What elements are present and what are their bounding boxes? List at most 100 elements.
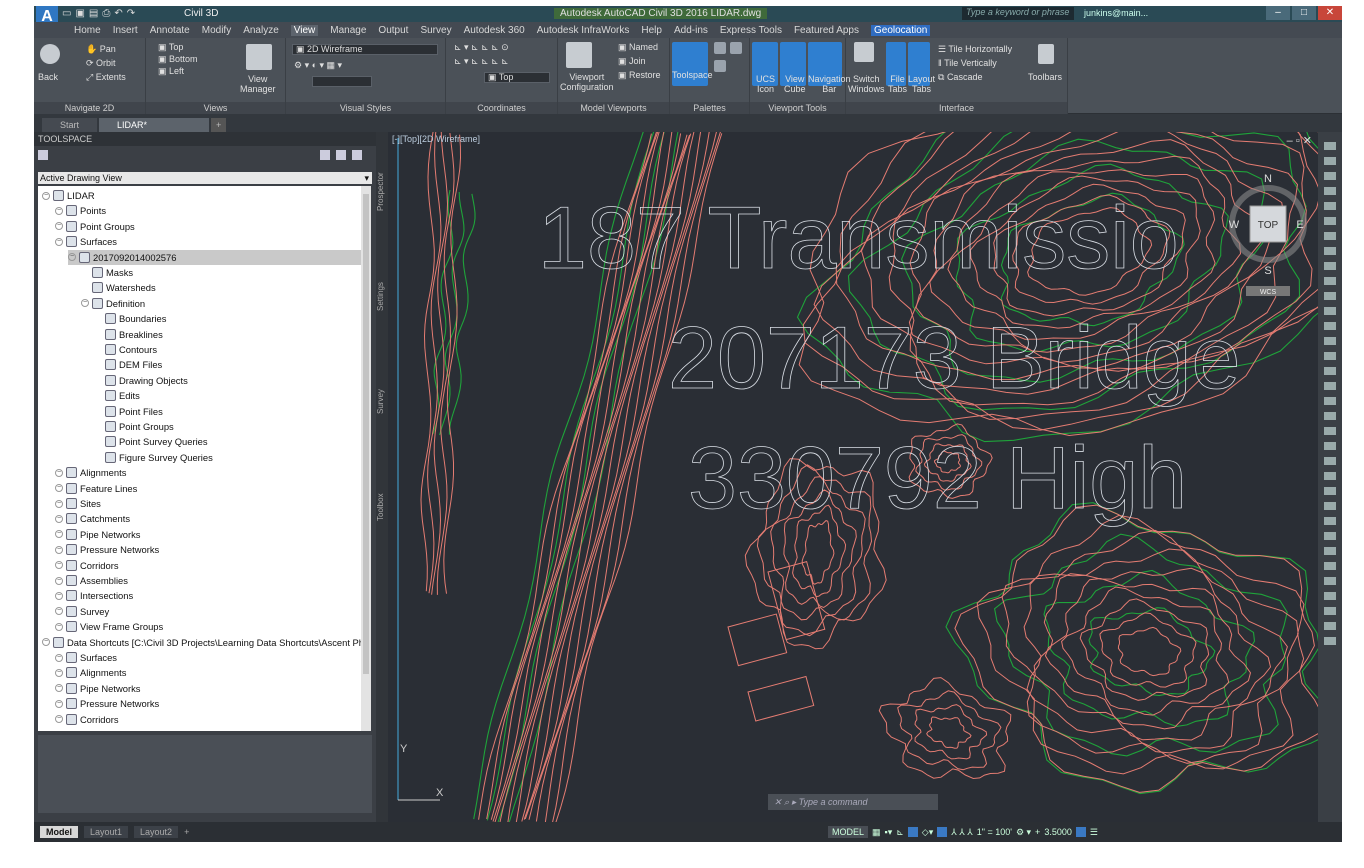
expand-toggle-icon[interactable]: − [42, 191, 50, 200]
switch-windows-button[interactable]: Switch Windows [848, 74, 885, 94]
expand-toggle-icon[interactable]: − [55, 499, 63, 508]
expand-toggle-icon[interactable]: − [55, 514, 63, 523]
new-icon[interactable]: ▭ [62, 8, 71, 19]
ucs-tools-row1[interactable]: ⊾ ▾ ⊾ ⊾ ⊾ ⊙ [454, 42, 509, 53]
navbar-tool-icon[interactable] [1324, 637, 1336, 645]
tile-vertically-button[interactable]: ‖ Tile Vertically [938, 58, 997, 68]
expand-toggle-icon[interactable]: − [55, 206, 63, 215]
restore-button[interactable]: ▣ Restore [618, 70, 661, 81]
tree-item[interactable]: − Feature Lines [55, 481, 137, 496]
navbar-tool-icon[interactable] [1324, 412, 1336, 420]
navbar-tool-icon[interactable] [1324, 532, 1336, 540]
customize-icon[interactable]: ☰ [1090, 827, 1098, 838]
navbar-tool-icon[interactable] [1324, 232, 1336, 240]
drawing-viewport[interactable]: Y X 187 Transmissio 207173 Bridge 330792… [388, 132, 1318, 822]
tree-item[interactable]: − Intersections [55, 588, 133, 603]
tree-item[interactable]: − LIDAR [42, 188, 95, 203]
expand-toggle-icon[interactable]: − [55, 576, 63, 585]
toolspace-list-icon[interactable] [336, 150, 346, 160]
expand-toggle-icon[interactable]: − [55, 715, 63, 724]
view-bottom[interactable]: ▣ Bottom [158, 54, 198, 65]
expand-toggle-icon[interactable]: − [55, 591, 63, 600]
viewcube-top-face[interactable]: TOP [1258, 220, 1279, 231]
tree-scrollbar-thumb[interactable] [363, 194, 369, 674]
tree-item[interactable]: − Pipe Networks [55, 681, 140, 696]
tree-item[interactable]: − 2017092014002576 [68, 249, 361, 265]
ribbon-tab-express-tools[interactable]: Express Tools [720, 25, 782, 36]
tree-item[interactable]: −Point Files [94, 404, 163, 419]
user-account[interactable]: junkins@main... [1084, 8, 1148, 18]
tree-item[interactable]: −Contours [94, 342, 157, 357]
annotation-icon[interactable]: ⅄ ⅄ ⅄ [951, 827, 973, 838]
view-manager-button[interactable]: View Manager [240, 74, 276, 94]
visual-style-dropdown[interactable]: ▣ 2D Wireframe [292, 44, 438, 55]
ucs-dropdown[interactable]: ▣ Top [484, 72, 550, 83]
view-cube[interactable]: TOP N S E W WCS [1229, 173, 1307, 296]
tree-item[interactable]: − Corridors [55, 558, 119, 573]
tree-item[interactable]: − Pressure Networks [55, 542, 159, 557]
ucs-tools-row2[interactable]: ⊾ ▾ ⊾ ⊾ ⊾ ⊾ [454, 56, 509, 67]
viewport-restore-close[interactable]: – ▫ ✕ [1287, 134, 1312, 147]
viewport-config-icon[interactable] [566, 42, 592, 68]
tree-item[interactable]: −Figure Survey Queries [94, 450, 213, 465]
pan-button[interactable]: ✋ Pan [86, 44, 116, 55]
navbar-tool-icon[interactable] [1324, 472, 1336, 480]
expand-toggle-icon[interactable]: − [55, 653, 63, 662]
tree-item[interactable]: − Pipe Networks [55, 527, 140, 542]
tree-item[interactable]: − Definition [81, 296, 145, 311]
viewcube-north[interactable]: N [1264, 173, 1272, 185]
orbit-button[interactable]: ⟳ Orbit [86, 58, 116, 69]
viewcube-south[interactable]: S [1264, 265, 1271, 277]
side-tab-prospector[interactable]: Prospector [376, 152, 388, 232]
navbar-tool-icon[interactable] [1324, 442, 1336, 450]
navbar-tool-icon[interactable] [1324, 622, 1336, 630]
precision-value[interactable]: 3.5000 [1044, 827, 1072, 837]
tree-item[interactable]: − Alignments [55, 665, 126, 680]
expand-toggle-icon[interactable]: − [55, 622, 63, 631]
switch-windows-icon[interactable] [854, 42, 874, 62]
undo-icon[interactable]: ↶ [114, 8, 122, 19]
shading-controls[interactable]: ⚙ ▾ ◐ ▾ ▦ ▾ [294, 60, 342, 71]
maximize-button[interactable]: □ [1292, 6, 1316, 20]
expand-toggle-icon[interactable]: − [55, 684, 63, 693]
back-icon[interactable] [40, 44, 60, 64]
navbar-tool-icon[interactable] [1324, 352, 1336, 360]
ribbon-tab-add-ins[interactable]: Add-ins [674, 25, 708, 36]
osnap-icon[interactable]: ◇▾ [922, 827, 933, 838]
side-tab-survey[interactable]: Survey [376, 362, 388, 442]
save-icon[interactable]: ▤ [89, 8, 98, 19]
view-left[interactable]: ▣ Left [158, 66, 184, 77]
expand-toggle-icon[interactable]: − [42, 638, 50, 647]
navbar-tool-icon[interactable] [1324, 337, 1336, 345]
navbar-tool-icon[interactable] [1324, 607, 1336, 615]
tree-item[interactable]: − Alignments [55, 465, 126, 480]
tree-item[interactable]: −Drawing Objects [94, 373, 188, 388]
layout-tab-model[interactable]: Model [40, 826, 78, 838]
expand-toggle-icon[interactable]: − [55, 468, 63, 477]
otrack-icon[interactable] [937, 827, 948, 837]
toolbars-button[interactable]: Toolbars [1028, 72, 1062, 82]
workspace-selector[interactable]: Civil 3D [184, 8, 218, 19]
close-button[interactable]: ✕ [1318, 6, 1342, 20]
tree-item[interactable]: − Assemblies [55, 573, 128, 588]
new-tab-button[interactable]: + [211, 118, 227, 132]
tree-item[interactable]: −Point Groups [94, 419, 174, 434]
navbar-tool-icon[interactable] [1324, 202, 1336, 210]
navbar-tool-icon[interactable] [1324, 397, 1336, 405]
tree-item[interactable]: − Surfaces [55, 650, 117, 665]
ribbon-tab-autodesk-360[interactable]: Autodesk 360 [464, 25, 525, 36]
navbar-tool-icon[interactable] [1324, 292, 1336, 300]
toolspace-item-view-icon[interactable] [320, 150, 330, 160]
file-tab-start[interactable]: Start [42, 118, 98, 132]
plus-icon[interactable]: + [1035, 827, 1040, 837]
join-button[interactable]: ▣ Join [618, 56, 646, 67]
navbar-tool-icon[interactable] [1324, 427, 1336, 435]
command-line-input[interactable]: ✕ ⌕ ▸ Type a command [768, 794, 938, 810]
ribbon-tab-featured-apps[interactable]: Featured Apps [794, 25, 859, 36]
ribbon-tab-manage[interactable]: Manage [330, 25, 366, 36]
back-button[interactable]: Back [38, 72, 58, 82]
tree-item[interactable]: − Data Shortcuts [C:\Civil 3D Projects\Le… [42, 635, 361, 650]
active-drawing-view-dropdown[interactable]: Active Drawing View [38, 172, 372, 184]
navbar-tool-icon[interactable] [1324, 247, 1336, 255]
tree-item[interactable]: − View Frame Groups [55, 619, 163, 634]
